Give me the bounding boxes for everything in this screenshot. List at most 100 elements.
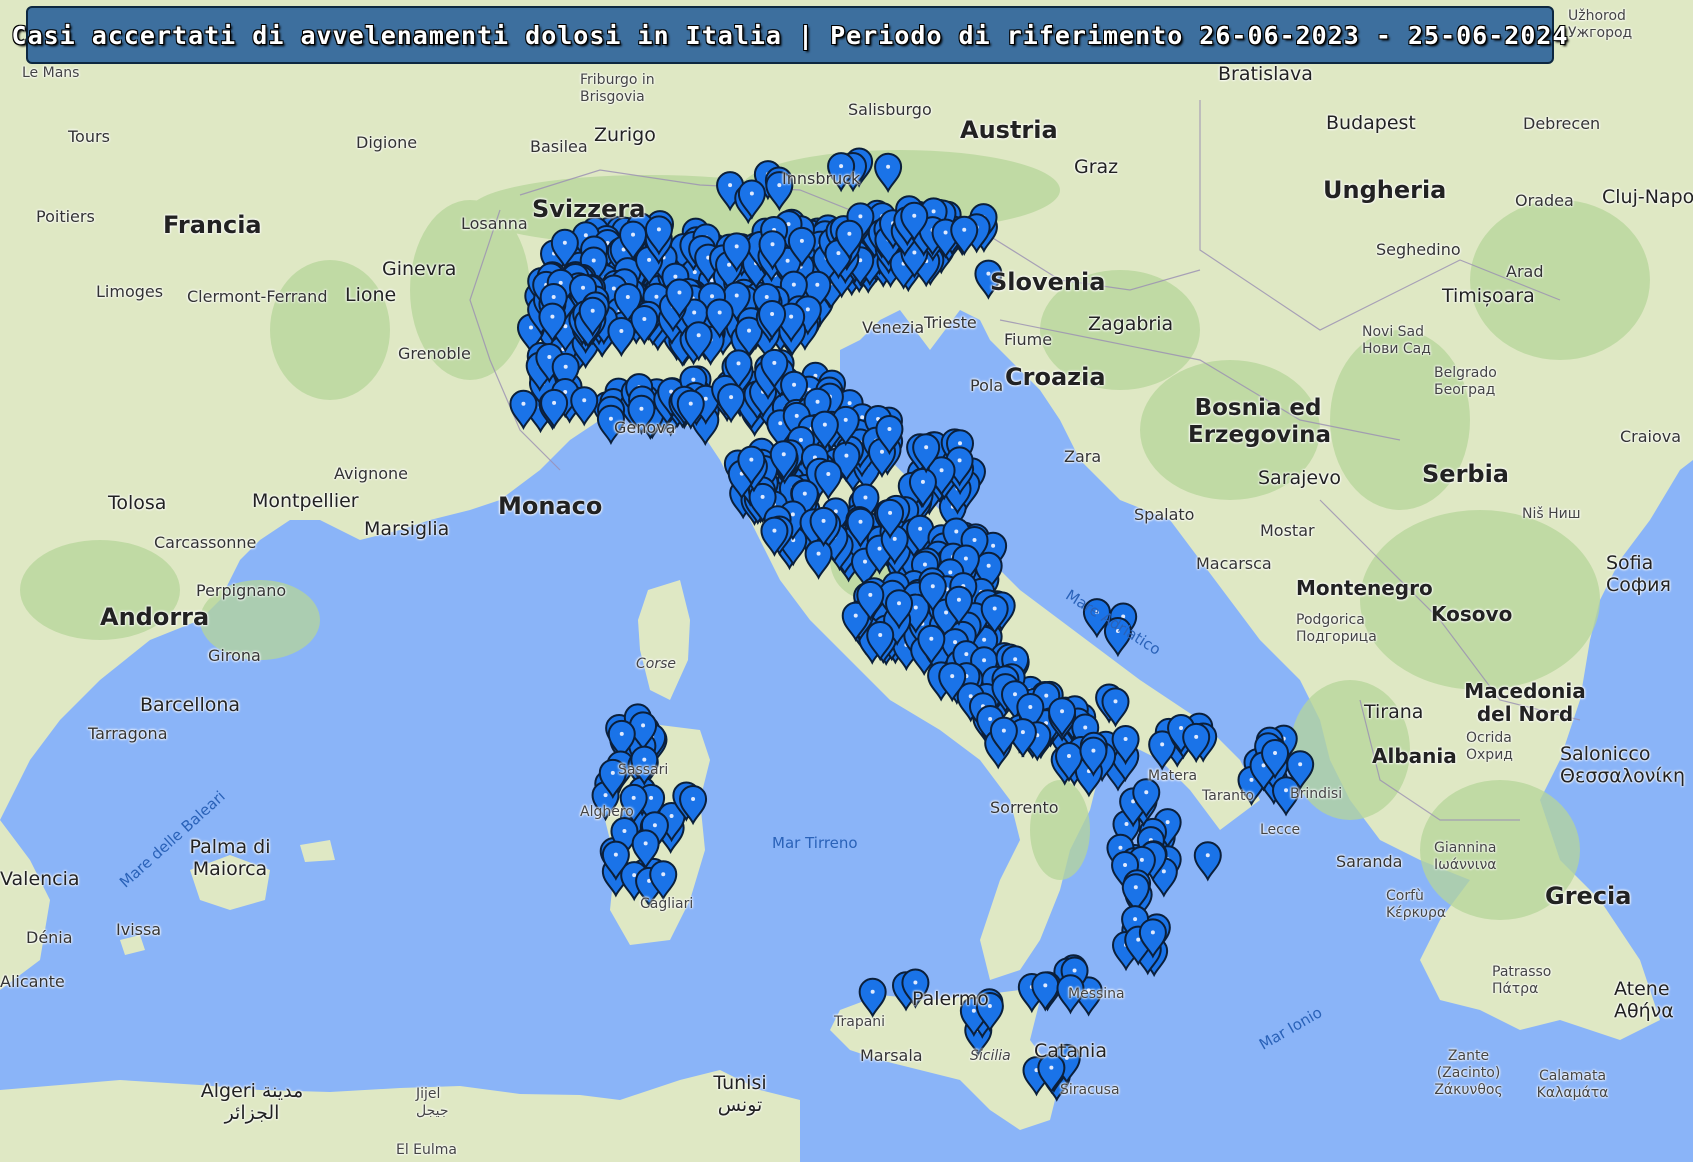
label-zara: Zara (1064, 447, 1102, 466)
label-ungheria: Ungheria (1323, 176, 1447, 204)
label-budapest: Budapest (1326, 112, 1416, 134)
map-pin-dot (581, 285, 586, 290)
label-ocrida: Ocrida Охрид (1466, 730, 1513, 763)
map-pin-dot (1123, 862, 1128, 867)
label-austria: Austria (960, 116, 1058, 144)
map-pin-dot (611, 286, 616, 291)
map-title: Casi accertati di avvelenamenti dolosi i… (11, 20, 1569, 50)
label-brindisi: Brindisi (1290, 786, 1343, 802)
map-pin-dot (551, 294, 556, 299)
label-andorra: Andorra (100, 603, 210, 631)
map-pin-dot (642, 317, 647, 322)
map-pin-dot (677, 290, 682, 295)
map-pin-dot (877, 546, 882, 551)
label-montpellier: Montpellier (252, 490, 359, 512)
map-pin-dot (798, 437, 803, 442)
map-pin-dot (918, 526, 923, 531)
map-pin-dot (591, 258, 596, 263)
map-pin-dot (1136, 937, 1141, 942)
label-digione: Digione (356, 133, 418, 152)
label-bosnia: Bosnia ed Erzegovina (1188, 395, 1332, 448)
map-pin-dot (1133, 917, 1138, 922)
label-oradea: Oradea (1515, 191, 1574, 210)
map-pin-dot (639, 406, 644, 411)
map-pin-dot (887, 426, 892, 431)
map-pin-dot (982, 637, 987, 642)
label-salonicco: Salonicco Θεσσαλονίκη (1560, 743, 1685, 787)
label-valencia: Valencia (0, 868, 80, 890)
label-lecce: Lecce (1260, 822, 1301, 838)
label-zagabria: Zagabria (1088, 313, 1174, 335)
label-algeri: Algeri مدينة الجزائر (200, 1080, 304, 1124)
label-tunisi: Tunisi تونس (713, 1072, 767, 1116)
map-pin-dot (888, 510, 893, 515)
label-saranda: Saranda (1336, 852, 1403, 871)
map-pin-dot (692, 310, 697, 315)
map-pin-dot (1249, 777, 1254, 782)
label-bratislava: Bratislava (1218, 63, 1313, 85)
map-pin-dot (770, 312, 775, 317)
label-tours: Tours (68, 127, 110, 146)
label-trieste: Trieste (924, 313, 977, 332)
label-podgorica: Podgorica Подгорица (1296, 612, 1377, 645)
map-pin-dot (790, 512, 795, 517)
label-mostar: Mostar (1260, 521, 1315, 540)
map-pin-dot (844, 453, 849, 458)
label-belgrado: Belgrado Београд (1434, 365, 1497, 398)
label-uzhorod: Užhorod Ужгород (1568, 8, 1633, 41)
label-palermo: Palermo (912, 988, 989, 1010)
map-pin-dot (632, 873, 637, 878)
map-pin-dot (836, 251, 841, 256)
map-pin-dot (673, 274, 678, 279)
label-arad: Arad (1506, 262, 1544, 281)
map-pin-dot (563, 364, 568, 369)
map-pin-dot (860, 415, 865, 420)
map-pin-dot (1013, 692, 1018, 697)
map-pin-dot (805, 307, 810, 312)
label-graz: Graz (1074, 156, 1119, 178)
map-pin-dot (760, 494, 765, 499)
map-pin-dot (847, 231, 852, 236)
map-pin-dot (1150, 930, 1155, 935)
map-pin-dot (878, 633, 883, 638)
label-marsala: Marsala (860, 1046, 923, 1065)
map-pin-dot (1044, 693, 1049, 698)
label-venezia: Venezia (862, 318, 925, 337)
title-banner: Casi accertati di avvelenamenti dolosi i… (12, 6, 1568, 64)
map-pin-dot (853, 613, 858, 618)
map-viewport[interactable]: Austria Svizzera Francia Slovenia Croazi… (0, 0, 1693, 1162)
map-pin-dot (552, 400, 557, 405)
map-pin-dot (1165, 820, 1170, 825)
map-pin-dot (954, 529, 959, 534)
map-pin-dot (1160, 742, 1165, 747)
map-pin-dot (727, 262, 732, 267)
label-avignone: Avignone (334, 464, 408, 483)
label-girona: Girona (208, 646, 261, 665)
label-cluj: Cluj-Napoc (1602, 186, 1693, 208)
map-pin-dot (886, 164, 891, 169)
map-pin-dot (930, 584, 935, 589)
map-pin-dot (528, 325, 533, 330)
map-pin-dot (822, 422, 827, 427)
label-seghedino: Seghedino (1376, 240, 1461, 259)
label-svizzera: Svizzera (532, 195, 646, 223)
map-pin-dot (619, 328, 624, 333)
label-clermont: Clermont-Ferrand (187, 287, 328, 306)
map-pin-dot (992, 606, 997, 611)
map-pin-dot (1205, 853, 1210, 858)
label-denia: Dénia (26, 928, 73, 947)
map-pin-dot (734, 244, 739, 249)
label-genova: Genova (614, 418, 676, 437)
map-pin-dot (1020, 730, 1025, 735)
map-pin-dot (1144, 790, 1149, 795)
label-kosovo: Kosovo (1431, 602, 1513, 626)
label-monaco: Monaco (498, 492, 603, 520)
map-pin-dot (1083, 725, 1088, 730)
map-pin-dot (847, 401, 852, 406)
map-pin-dot (747, 328, 752, 333)
label-fiume: Fiume (1004, 330, 1053, 349)
map-pin-dot (649, 795, 654, 800)
map-pin-dot (963, 556, 968, 561)
label-novi-sad: Novi Sad Нови Сад (1362, 324, 1431, 357)
map-pin-dot (631, 232, 636, 237)
